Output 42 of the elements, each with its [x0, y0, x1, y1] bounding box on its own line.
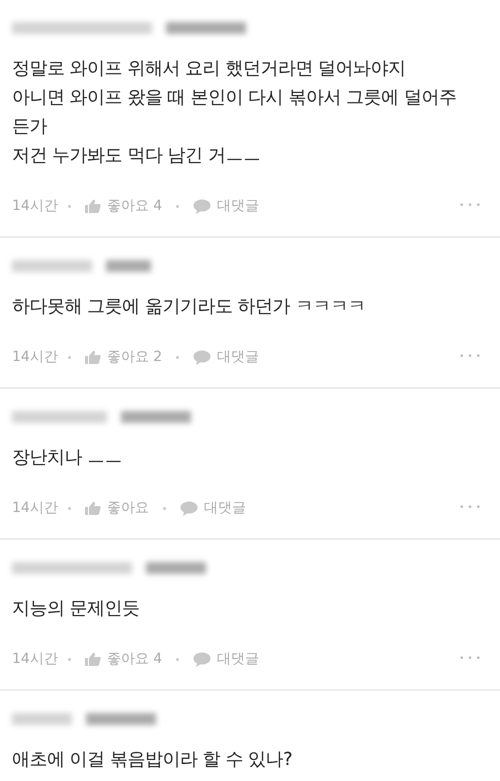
more-button[interactable]: ••• [455, 201, 488, 211]
thumbs-up-icon [84, 199, 101, 213]
timestamp: 14시간 [12, 197, 58, 215]
speech-bubble-icon [180, 500, 198, 516]
comment-text: 애초에 이걸 볶음밥이라 할 수 있나? [12, 748, 294, 772]
speech-bubble-icon [193, 350, 212, 364]
like-button[interactable]: 좋아요 4 [84, 197, 162, 215]
like-button[interactable]: 좋아요 4 [84, 650, 162, 668]
separator-dot [176, 204, 180, 208]
speech-bubble-icon [193, 198, 212, 214]
separator-dot [68, 658, 71, 660]
reply-button[interactable]: 대댓글 [193, 197, 260, 215]
blurred-name [12, 713, 72, 725]
like-button[interactable]: 좋아요 2 [84, 348, 162, 366]
comment-text: 지능의 문제인듯 [12, 597, 141, 621]
separator-dot [68, 506, 71, 510]
timestamp: 14시간 [12, 348, 58, 366]
comment-text: 하다못해 그릇에 옮기기라도 하던가 ㅋㅋㅋㅋ [12, 295, 366, 319]
more-button[interactable]: ••• [455, 503, 488, 513]
speech-bubble-icon [193, 652, 212, 666]
timestamp: 14시간 [12, 499, 58, 517]
separator-dot [68, 356, 71, 358]
like-button[interactable]: 좋아요 [84, 499, 149, 517]
comment-text: 장난치나 ㅡㅡ [12, 446, 124, 470]
blurred-name [121, 411, 191, 423]
separator-dot [176, 658, 180, 660]
reply-button[interactable]: 대댓글 [180, 499, 246, 517]
reply-button[interactable]: 대댓글 [193, 348, 260, 366]
separator-dot [68, 204, 71, 208]
separator-dot [176, 356, 180, 358]
thumbs-up-icon [84, 350, 101, 364]
reply-button[interactable]: 대댓글 [193, 650, 260, 668]
timestamp: 14시간 [12, 650, 58, 668]
more-button[interactable]: ••• [455, 352, 488, 362]
more-button[interactable]: ••• [455, 654, 488, 664]
blurred-name [146, 562, 206, 574]
blurred-name [106, 260, 151, 272]
thumbs-up-icon [84, 501, 101, 515]
thumbs-up-icon [84, 652, 101, 666]
separator-dot [162, 506, 166, 510]
blurred-name [86, 713, 156, 725]
comment-text: 정말로 와이프 위해서 요리 했던거라면 덜어놔야지 아니면 와이프 왔을 때 본인이 다시 볶아서 그릇에 덜어주 든가 저건 누가봐도 먹다 남긴 거ㅡㅡ [12, 57, 458, 168]
